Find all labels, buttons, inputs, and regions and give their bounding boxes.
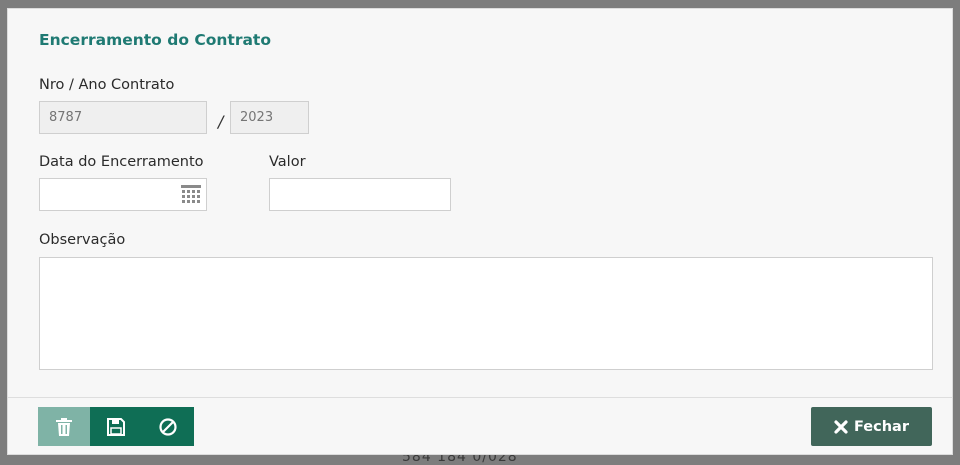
ban-icon xyxy=(159,417,177,436)
notes-label: Observação xyxy=(39,232,126,248)
close-button-label: Fechar xyxy=(853,418,909,435)
close-button[interactable]: Fechar xyxy=(811,407,932,446)
calendar-icon[interactable] xyxy=(181,185,201,203)
close-contract-dialog: Encerramento do Contrato Nro / Ano Contr… xyxy=(7,8,953,455)
amount-label: Valor xyxy=(269,154,306,170)
close-x-icon xyxy=(834,419,848,434)
dialog-title: Encerramento do Contrato xyxy=(39,31,271,49)
contract-label: Nro / Ano Contrato xyxy=(39,77,175,93)
cancel-button[interactable] xyxy=(142,407,194,446)
contract-year-input[interactable] xyxy=(230,101,309,134)
footer-divider xyxy=(8,397,952,398)
notes-textarea[interactable] xyxy=(39,257,933,370)
contract-number-input[interactable] xyxy=(39,101,207,134)
trash-icon xyxy=(56,417,72,436)
save-button[interactable] xyxy=(90,407,142,446)
contract-separator: / xyxy=(218,112,224,131)
closing-date-label: Data do Encerramento xyxy=(39,154,204,170)
amount-input[interactable] xyxy=(269,178,451,211)
floppy-disk-icon xyxy=(107,417,125,436)
delete-button[interactable] xyxy=(38,407,90,446)
